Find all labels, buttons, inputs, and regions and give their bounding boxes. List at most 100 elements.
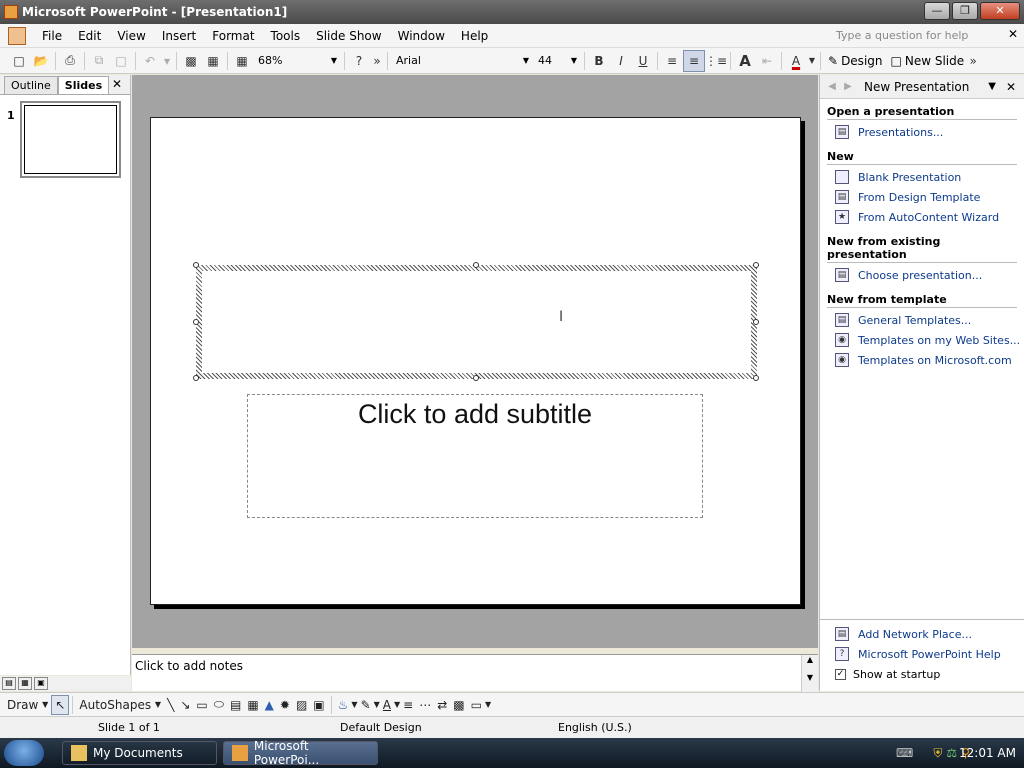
- undo-icon[interactable]: ↶: [139, 50, 161, 72]
- close-button[interactable]: ✕: [980, 2, 1020, 20]
- diagram-icon[interactable]: ▲: [262, 695, 277, 715]
- link-presentations[interactable]: ▤ Presentations...: [835, 124, 1024, 140]
- close-pane-icon[interactable]: ✕: [112, 77, 122, 91]
- link-add-network-place[interactable]: ▤ Add Network Place...: [835, 626, 1024, 642]
- open-icon[interactable]: 📂: [30, 50, 52, 72]
- subtitle-placeholder[interactable]: Click to add subtitle: [247, 394, 703, 518]
- show-grid-icon[interactable]: ▦: [231, 50, 253, 72]
- bold-button[interactable]: B: [588, 50, 610, 72]
- link-autocontent-wizard[interactable]: ★ From AutoContent Wizard: [835, 209, 1024, 225]
- document-icon[interactable]: [8, 26, 26, 45]
- taskbar-item-powerpoint[interactable]: Microsoft PowerPoi...: [223, 739, 378, 767]
- link-choose-presentation[interactable]: ▤ Choose presentation...: [835, 267, 1024, 283]
- security-shield-icon[interactable]: ⛨: [933, 746, 942, 761]
- tab-slides[interactable]: Slides: [57, 76, 110, 94]
- link-blank-presentation[interactable]: Blank Presentation: [835, 169, 1024, 185]
- resize-handle[interactable]: [753, 319, 759, 325]
- start-button[interactable]: [4, 740, 44, 766]
- menu-view[interactable]: View: [109, 29, 153, 43]
- decrease-indent-icon[interactable]: ⇤: [756, 50, 778, 72]
- clock[interactable]: 12:01 AM: [959, 746, 1016, 760]
- resize-handle[interactable]: [193, 319, 199, 325]
- toolbar-options-icon[interactable]: »: [968, 50, 978, 72]
- help-question-input[interactable]: Type a question for help: [832, 27, 1002, 45]
- wordart-icon[interactable]: ▦: [244, 695, 261, 715]
- menu-help[interactable]: Help: [453, 29, 496, 43]
- link-microsoft-templates[interactable]: ◉ Templates on Microsoft.com: [835, 352, 1024, 368]
- more-options-dropdown-icon[interactable]: ▼: [485, 695, 491, 715]
- task-pane-close-icon[interactable]: ✕: [1006, 80, 1016, 94]
- design-button[interactable]: ✎ Design: [824, 54, 887, 68]
- resize-handle[interactable]: [473, 262, 479, 268]
- arrow-icon[interactable]: ↘: [177, 695, 193, 715]
- resize-handle[interactable]: [473, 375, 479, 381]
- insert-table-icon[interactable]: ▦: [202, 50, 224, 72]
- network-icon[interactable]: ⚖: [946, 746, 957, 760]
- resize-handle[interactable]: [753, 262, 759, 268]
- restore-button[interactable]: ❐: [952, 2, 978, 20]
- link-general-templates[interactable]: ▤ General Templates...: [835, 312, 1024, 328]
- notes-scrollbar[interactable]: ▲ ▼: [801, 655, 818, 692]
- slide-show-view-icon[interactable]: ▣: [34, 677, 48, 690]
- forward-arrow-icon[interactable]: ▶: [840, 81, 856, 92]
- menu-format[interactable]: Format: [204, 29, 262, 43]
- resize-handle[interactable]: [193, 262, 199, 268]
- rectangle-icon[interactable]: ▭: [193, 695, 210, 715]
- new-slide-button[interactable]: □ New Slide: [887, 54, 969, 68]
- menu-tools[interactable]: Tools: [263, 29, 309, 43]
- menu-edit[interactable]: Edit: [70, 29, 109, 43]
- paste-icon[interactable]: □: [110, 50, 132, 72]
- normal-view-icon[interactable]: ▤: [2, 677, 16, 690]
- underline-button[interactable]: U: [632, 50, 654, 72]
- zoom-select[interactable]: 68% ▼: [253, 51, 341, 71]
- italic-button[interactable]: I: [610, 50, 632, 72]
- arrow-style-icon[interactable]: ⇄: [434, 695, 450, 715]
- link-design-template[interactable]: ▤ From Design Template: [835, 189, 1024, 205]
- link-web-site-templates[interactable]: ◉ Templates on my Web Sites...: [835, 332, 1024, 348]
- minimize-button[interactable]: —: [924, 2, 950, 20]
- align-left-icon[interactable]: ≡: [661, 50, 683, 72]
- 3d-style-icon[interactable]: ▭: [468, 695, 485, 715]
- font-color-draw-icon[interactable]: A: [380, 695, 394, 715]
- taskbar-item-my-documents[interactable]: My Documents: [62, 741, 217, 765]
- increase-font-size-icon[interactable]: A: [734, 50, 756, 72]
- font-color-dropdown-icon[interactable]: ▼: [807, 50, 817, 72]
- menu-window[interactable]: Window: [390, 29, 453, 43]
- close-document-icon[interactable]: ✕: [1008, 27, 1018, 41]
- link-powerpoint-help[interactable]: ? Microsoft PowerPoint Help: [835, 646, 1024, 662]
- powerpoint-app-icon[interactable]: [4, 5, 18, 19]
- picture-icon[interactable]: ▨: [293, 695, 310, 715]
- title-placeholder-textarea[interactable]: [202, 271, 751, 373]
- autoshapes-menu-button[interactable]: AutoShapes ▼: [76, 695, 164, 715]
- align-center-icon[interactable]: ≡: [683, 49, 705, 72]
- bullets-icon[interactable]: ⋮≡: [705, 50, 727, 72]
- line-style-icon[interactable]: ≡: [400, 695, 416, 715]
- resize-handle[interactable]: [193, 375, 199, 381]
- tab-outline[interactable]: Outline: [4, 76, 58, 94]
- copy-icon[interactable]: ⧉: [88, 50, 110, 72]
- fill-color-icon[interactable]: ♨: [335, 695, 352, 715]
- menu-insert[interactable]: Insert: [154, 29, 204, 43]
- line-icon[interactable]: ╲: [164, 695, 177, 715]
- font-size-select[interactable]: 44 ▼: [533, 51, 581, 71]
- insert-chart-icon[interactable]: ▩: [180, 50, 202, 72]
- slide-sorter-view-icon[interactable]: ▦: [18, 677, 32, 690]
- back-arrow-icon[interactable]: ◀: [824, 81, 840, 92]
- undo-dropdown-icon[interactable]: ▾: [161, 50, 173, 72]
- slide-canvas[interactable]: I Click to add subtitle: [150, 117, 801, 605]
- draw-menu-button[interactable]: Draw ▼: [4, 695, 51, 715]
- slide-thumbnail[interactable]: [20, 101, 121, 178]
- clip-art-icon[interactable]: ✹: [277, 695, 293, 715]
- show-at-startup-checkbox[interactable]: ✓ Show at startup: [835, 666, 1024, 682]
- insert-picture-icon[interactable]: ▣: [310, 695, 327, 715]
- help-icon[interactable]: ?: [348, 50, 370, 72]
- menu-file[interactable]: File: [34, 29, 70, 43]
- text-box-icon[interactable]: ▤: [227, 695, 244, 715]
- select-objects-icon[interactable]: ↖: [51, 694, 70, 715]
- dash-style-icon[interactable]: ⋯: [416, 695, 434, 715]
- toolbar-options-icon[interactable]: »: [370, 50, 384, 72]
- task-pane-menu-icon[interactable]: ▼: [988, 81, 996, 92]
- resize-handle[interactable]: [753, 375, 759, 381]
- new-icon[interactable]: □: [8, 50, 30, 72]
- font-color-icon[interactable]: A: [785, 50, 807, 72]
